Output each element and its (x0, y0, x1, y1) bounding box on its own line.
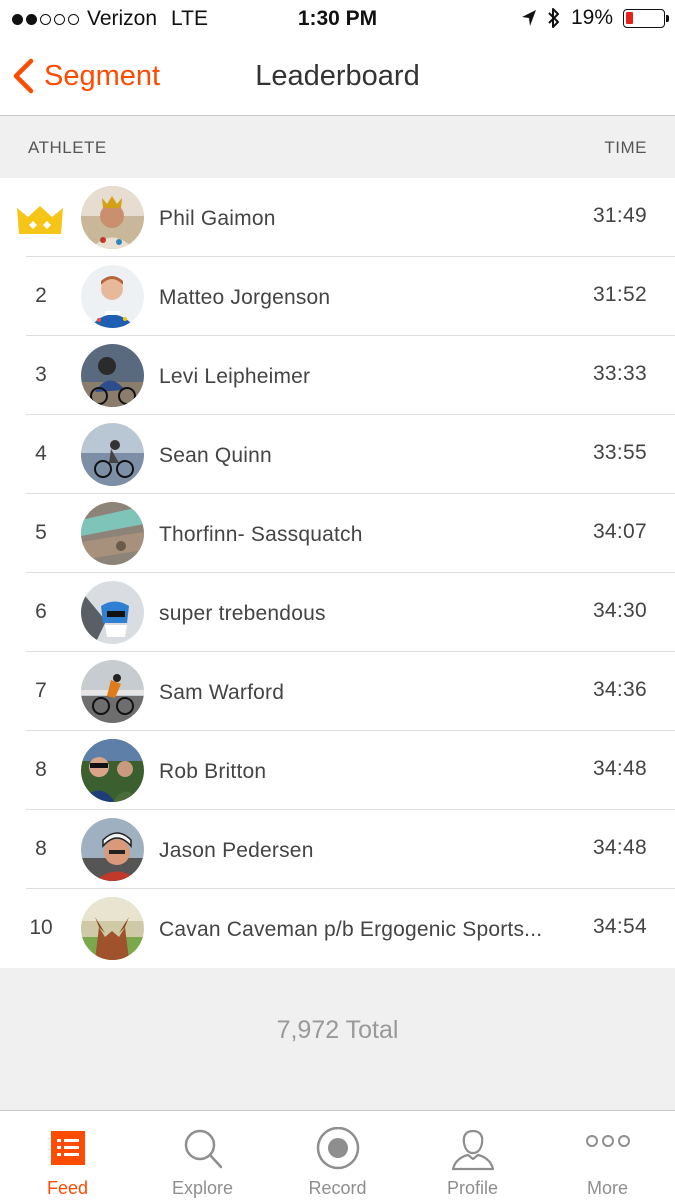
leaderboard-row[interactable]: Phil Gaimon 31:49 (17, 178, 675, 257)
tab-feed[interactable]: Feed (0, 1111, 135, 1200)
battery-icon (623, 8, 669, 28)
athlete-avatar[interactable] (81, 186, 144, 249)
athlete-time: 31:49 (592, 204, 647, 227)
tab-label: More (586, 1178, 628, 1198)
total-count: 7,972 Total (276, 1016, 399, 1044)
athlete-name[interactable]: Rob Britton (159, 760, 266, 784)
status-right: 19% (521, 6, 669, 30)
athlete-name[interactable]: Levi Leipheimer (159, 365, 310, 389)
tab-more[interactable]: More (540, 1111, 675, 1200)
crown-icon (17, 206, 63, 234)
athlete-name[interactable]: Jason Pedersen (159, 839, 314, 863)
athlete-avatar[interactable] (81, 660, 144, 723)
athlete-time: 34:07 (592, 520, 647, 543)
athlete-time: 33:33 (592, 362, 647, 385)
total-footer: 7,972 Total (0, 968, 675, 1110)
athlete-avatar[interactable] (81, 344, 144, 407)
athlete-avatar[interactable] (81, 502, 144, 565)
athlete-rank: 5 (35, 521, 47, 544)
tab-label: Feed (46, 1178, 89, 1198)
tab-label: Record (308, 1178, 367, 1198)
leaderboard-row[interactable]: 7 Sam Warford 34:36 (26, 652, 675, 731)
tab-bar: Feed Explore Record Profile More (0, 1110, 675, 1200)
athlete-name[interactable]: Sean Quinn (159, 444, 272, 468)
athlete-avatar[interactable] (81, 897, 144, 960)
athlete-time: 34:48 (592, 836, 647, 859)
tab-profile[interactable]: Profile (405, 1111, 540, 1200)
athlete-avatar[interactable] (81, 423, 144, 486)
athlete-time: 34:54 (592, 915, 647, 938)
leaderboard-row[interactable]: 5 Thorfinn- Sassquatch 34:07 (26, 494, 675, 573)
time-column-header: TIME (604, 138, 647, 157)
leaderboard-row[interactable]: 8 Jason Pedersen 34:48 (26, 810, 675, 889)
athlete-time: 31:52 (592, 283, 647, 306)
athlete-time: 34:36 (592, 678, 647, 701)
athlete-avatar[interactable] (81, 818, 144, 881)
athlete-name[interactable]: Matteo Jorgenson (159, 286, 330, 310)
record-icon (316, 1127, 359, 1170)
tab-explore[interactable]: Explore (135, 1111, 270, 1200)
athlete-avatar[interactable] (81, 581, 144, 644)
leaderboard-header: ATHLETE TIME (0, 117, 675, 178)
athlete-rank: 8 (35, 837, 47, 860)
location-arrow-icon (521, 10, 536, 26)
athlete-rank: 2 (35, 284, 47, 307)
profile-icon (451, 1129, 494, 1171)
more-icon (585, 1135, 630, 1147)
leaderboard-row[interactable]: 10 Cavan Caveman p/b Ergogenic Sports...… (26, 889, 675, 968)
athlete-time: 34:30 (592, 599, 647, 622)
athlete-name[interactable]: Cavan Caveman p/b Ergogenic Sports... (159, 918, 542, 942)
athlete-column-header: ATHLETE (28, 138, 107, 157)
leaderboard-row[interactable]: 8 Rob Britton 34:48 (26, 731, 675, 810)
search-icon (184, 1129, 222, 1169)
athlete-avatar[interactable] (81, 265, 144, 328)
status-bar: Verizon LTE 1:30 PM 19% (0, 0, 675, 38)
leaderboard-row[interactable]: 4 Sean Quinn 33:55 (26, 415, 675, 494)
leaderboard-row[interactable]: 6 super trebendous 34:30 (26, 573, 675, 652)
battery-percent: 19% (570, 6, 613, 29)
athlete-avatar[interactable] (81, 739, 144, 802)
athlete-time: 33:55 (592, 441, 647, 464)
tab-label: Explore (171, 1178, 234, 1198)
athlete-rank: 10 (29, 916, 53, 939)
bluetooth-icon (548, 8, 559, 28)
battery-level (626, 11, 633, 24)
athlete-name[interactable]: super trebendous (159, 602, 326, 626)
athlete-rank: 3 (35, 363, 47, 386)
athlete-name[interactable]: Thorfinn- Sassquatch (159, 523, 363, 547)
leaderboard-row[interactable]: 3 Levi Leipheimer 33:33 (26, 336, 675, 415)
athlete-name[interactable]: Phil Gaimon (159, 207, 276, 231)
feed-icon (50, 1131, 85, 1165)
athlete-rank: 8 (35, 758, 47, 781)
athlete-rank: 4 (35, 442, 47, 465)
athlete-rank: 6 (35, 600, 47, 623)
leaderboard-list: Phil Gaimon 31:49 2 Matteo Jorgenson 31:… (0, 178, 675, 968)
athlete-time: 34:48 (592, 757, 647, 780)
leaderboard-row[interactable]: 2 Matteo Jorgenson 31:52 (26, 257, 675, 336)
page-title: Leaderboard (255, 60, 420, 92)
athlete-rank: 7 (35, 679, 47, 702)
tab-record[interactable]: Record (270, 1111, 405, 1200)
tab-label: Profile (446, 1178, 499, 1198)
athlete-name[interactable]: Sam Warford (159, 681, 284, 705)
navigation-bar: Segment Leaderboard (0, 38, 675, 116)
